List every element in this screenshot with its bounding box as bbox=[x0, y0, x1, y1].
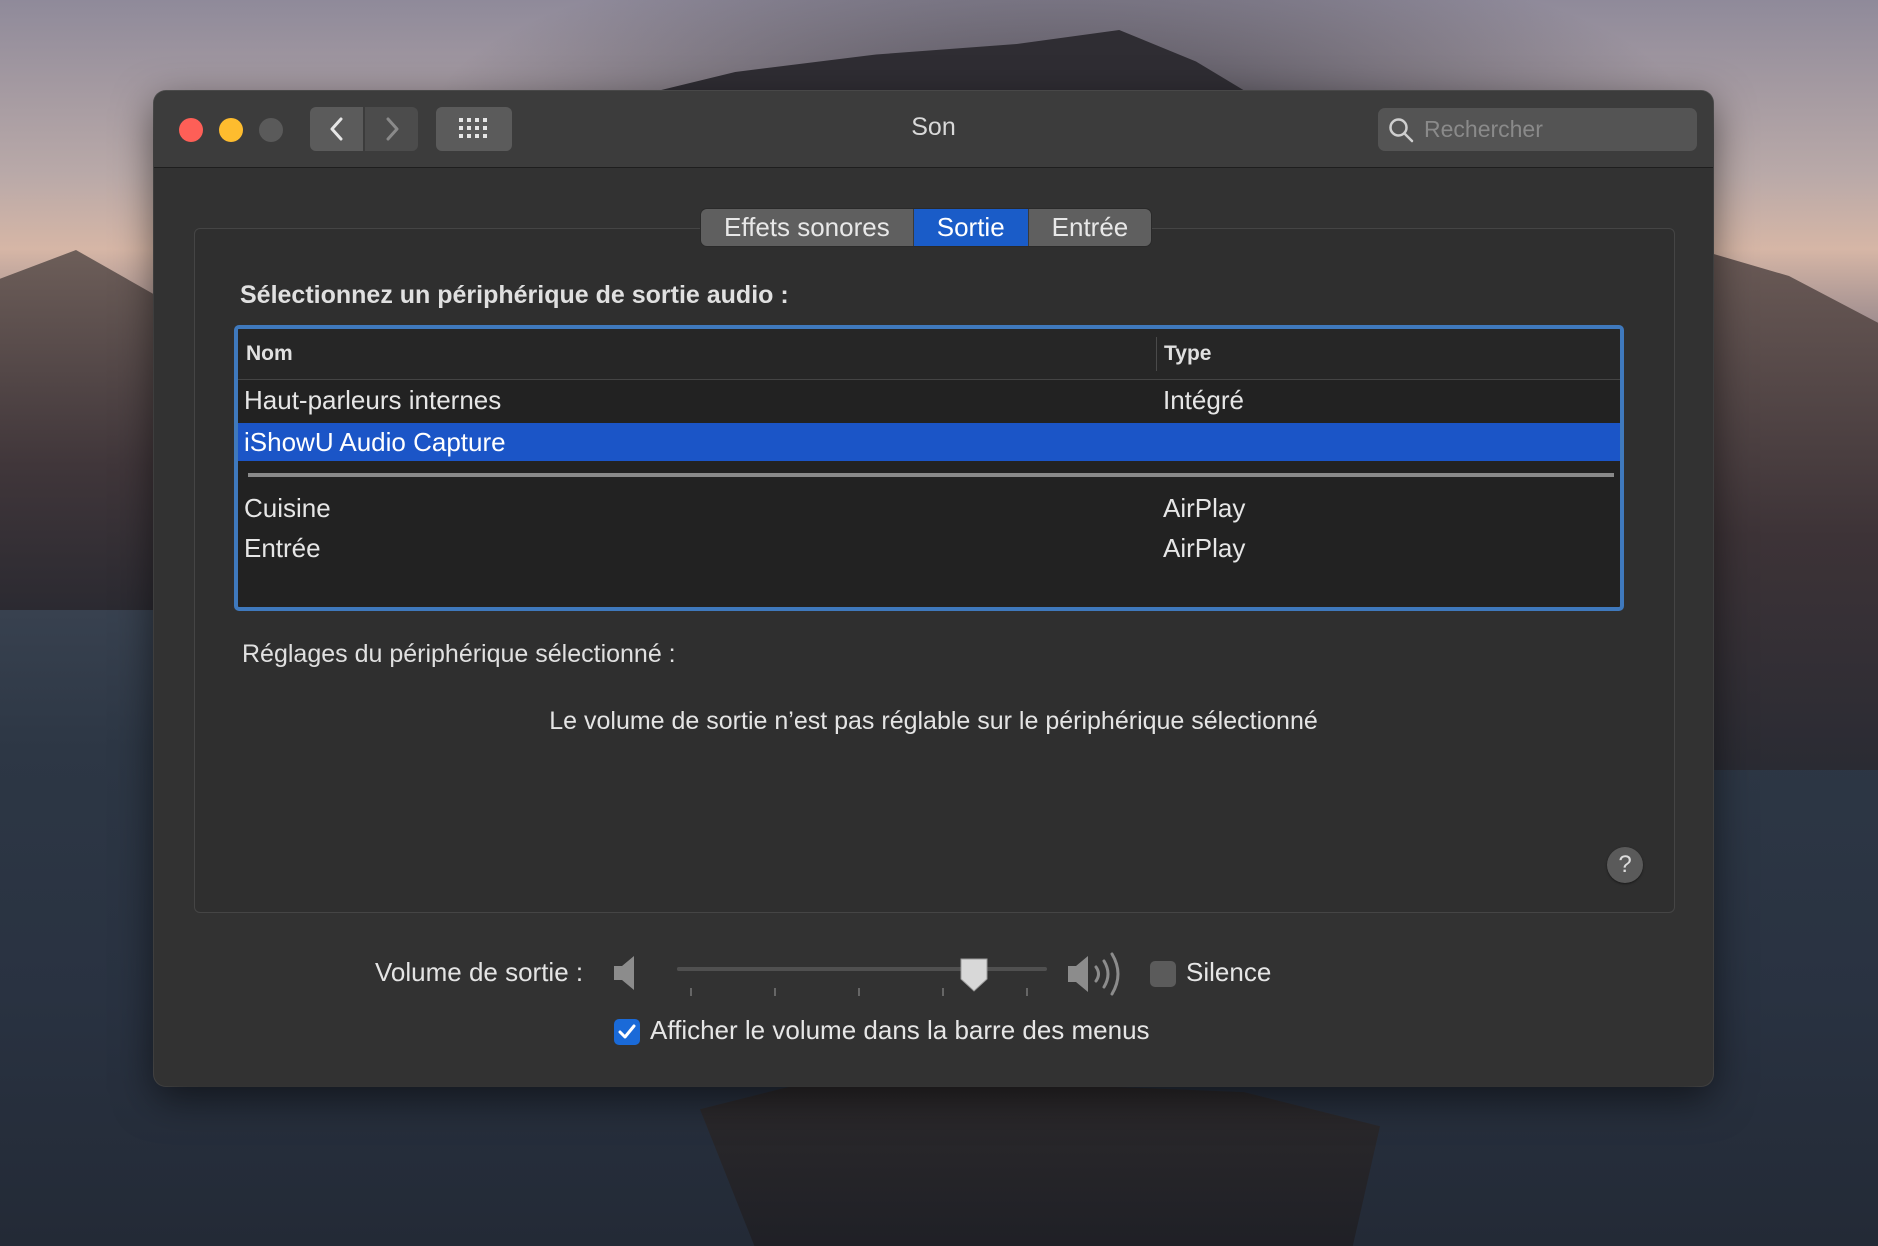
tab-effets-sonores[interactable]: Effets sonores bbox=[701, 209, 914, 246]
slider-tick bbox=[690, 988, 692, 996]
device-type: Intégré bbox=[1163, 385, 1244, 415]
checkmark-icon bbox=[618, 1024, 636, 1039]
search-input[interactable] bbox=[1422, 115, 1686, 144]
sound-preferences-window: Son Effets sonores Sortie Entrée Sélecti… bbox=[154, 91, 1713, 1086]
table-header: Nom Type bbox=[238, 329, 1620, 380]
slider-tick bbox=[858, 988, 860, 996]
search-field[interactable] bbox=[1378, 108, 1697, 151]
show-volume-in-menubar-label[interactable]: Afficher le volume dans la barre des men… bbox=[650, 1015, 1150, 1046]
device-type: AirPlay bbox=[1163, 533, 1246, 563]
device-name: Cuisine bbox=[244, 493, 331, 523]
show-volume-in-menubar-checkbox[interactable] bbox=[614, 1019, 640, 1045]
tab-bar: Effets sonores Sortie Entrée bbox=[701, 209, 1152, 246]
search-icon bbox=[1389, 117, 1414, 142]
table-row[interactable]: Haut-parleurs internes Intégré bbox=[238, 381, 1620, 419]
column-divider bbox=[1156, 337, 1157, 371]
slider-tick bbox=[942, 988, 944, 996]
table-row-selected[interactable]: iShowU Audio Capture bbox=[238, 423, 1620, 461]
silence-checkbox[interactable] bbox=[1150, 961, 1176, 987]
column-header-name[interactable]: Nom bbox=[246, 342, 293, 366]
list-separator bbox=[248, 473, 1614, 477]
table-row[interactable]: Entrée AirPlay bbox=[238, 529, 1620, 567]
speaker-high-icon bbox=[1068, 952, 1120, 996]
help-button[interactable]: ? bbox=[1607, 847, 1643, 883]
device-name: Entrée bbox=[244, 533, 321, 563]
device-type: AirPlay bbox=[1163, 493, 1246, 523]
device-name: Haut-parleurs internes bbox=[244, 385, 502, 415]
volume-slider-thumb[interactable] bbox=[958, 957, 990, 993]
volume-slider-fill bbox=[677, 967, 992, 971]
column-header-type[interactable]: Type bbox=[1164, 342, 1211, 366]
slider-tick bbox=[774, 988, 776, 996]
table-row[interactable]: Cuisine AirPlay bbox=[238, 489, 1620, 527]
slider-tick bbox=[1026, 988, 1028, 996]
volume-not-adjustable-message: Le volume de sortie n’est pas réglable s… bbox=[549, 707, 1318, 735]
silence-label[interactable]: Silence bbox=[1186, 957, 1271, 988]
background-cliff-right bbox=[1700, 250, 1878, 770]
output-volume-label: Volume de sortie : bbox=[375, 957, 584, 987]
background-mountain-peak bbox=[620, 30, 1260, 100]
title-bar: Son bbox=[154, 91, 1713, 168]
background-rocks bbox=[700, 1075, 1380, 1246]
output-device-table[interactable]: Nom Type Haut-parleurs internes Intégré … bbox=[234, 325, 1624, 611]
tab-entree[interactable]: Entrée bbox=[1028, 209, 1152, 246]
select-device-label: Sélectionnez un périphérique de sortie a… bbox=[240, 281, 789, 309]
device-name: iShowU Audio Capture bbox=[244, 427, 506, 457]
device-settings-label: Réglages du périphérique sélectionné : bbox=[242, 640, 676, 668]
tab-sortie[interactable]: Sortie bbox=[913, 209, 1029, 246]
volume-slider-track[interactable] bbox=[677, 967, 1047, 971]
speaker-low-icon bbox=[614, 956, 634, 990]
